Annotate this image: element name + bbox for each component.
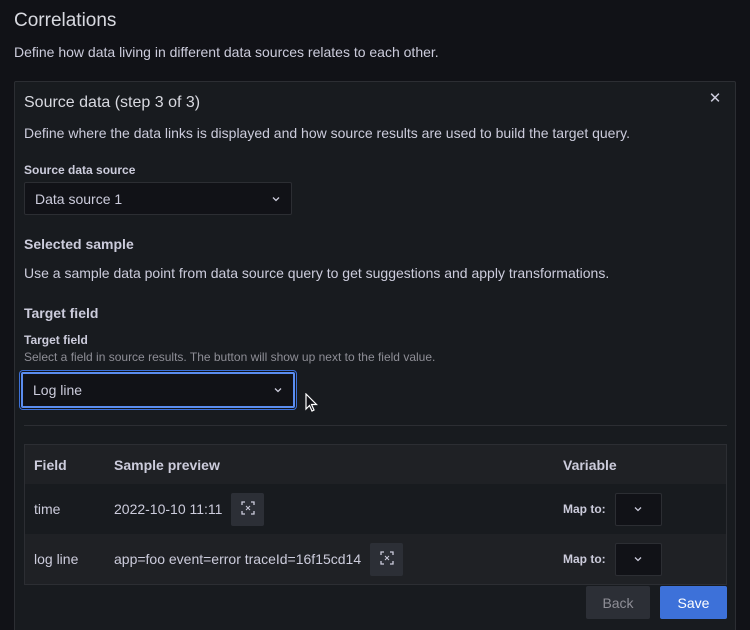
selected-sample-heading: Selected sample	[24, 236, 134, 252]
expand-icon	[379, 550, 394, 568]
header-field: Field	[34, 456, 67, 473]
panel-title: Source data (step 3 of 3)	[24, 94, 201, 111]
back-button[interactable]: Back	[586, 586, 650, 619]
row-field: time	[34, 501, 61, 517]
target-field-label: Target field	[24, 333, 88, 347]
target-field-value: Log line	[33, 382, 83, 398]
close-button[interactable]: ✕	[707, 90, 723, 108]
chevron-down-icon	[633, 551, 643, 567]
row-preview: app=foo event=error traceId=16f15cd14	[114, 551, 362, 567]
source-data-panel: Source data (step 3 of 3) ✕ Define where…	[14, 81, 736, 630]
header-variable: Variable	[563, 456, 617, 473]
chevron-down-icon	[271, 191, 281, 207]
table-row: log line app=foo event=error traceId=16f…	[25, 534, 726, 584]
target-field-heading: Target field	[24, 305, 99, 321]
add-transformation-button[interactable]	[231, 492, 265, 526]
close-icon: ✕	[708, 90, 722, 107]
map-to-label: Map to:	[563, 552, 606, 566]
header-sample-preview: Sample preview	[114, 456, 220, 473]
map-to-select[interactable]	[614, 542, 662, 576]
map-to-select[interactable]	[614, 492, 662, 526]
row-preview: 2022-10-10 11:11	[114, 501, 223, 517]
map-to-label: Map to:	[563, 502, 606, 516]
selected-sample-description: Use a sample data point from data source…	[24, 265, 610, 281]
table-header: Field Sample preview Variable	[25, 445, 726, 484]
expand-icon	[241, 500, 255, 518]
divider	[24, 425, 727, 426]
chevron-down-icon	[273, 382, 283, 398]
target-field-select[interactable]: Log line	[21, 372, 295, 408]
table-row: time 2022-10-10 11:11 Map to:	[25, 484, 726, 534]
source-data-source-label: Source data source	[24, 163, 136, 177]
panel-description: Define where the data links is displayed…	[24, 125, 630, 141]
mouse-cursor-icon	[305, 392, 319, 418]
save-button[interactable]: Save	[660, 586, 727, 619]
source-data-source-select[interactable]: Data source 1	[24, 182, 292, 215]
target-field-hint: Select a field in source results. The bu…	[24, 350, 436, 364]
page-title: Correlations	[14, 10, 117, 31]
add-transformation-button[interactable]	[370, 542, 404, 576]
row-field: log line	[34, 551, 79, 567]
sample-table: Field Sample preview Variable time 2022-…	[24, 444, 727, 585]
source-data-source-value: Data source 1	[35, 190, 123, 207]
page-description: Define how data living in different data…	[14, 44, 439, 60]
chevron-down-icon	[633, 501, 643, 517]
